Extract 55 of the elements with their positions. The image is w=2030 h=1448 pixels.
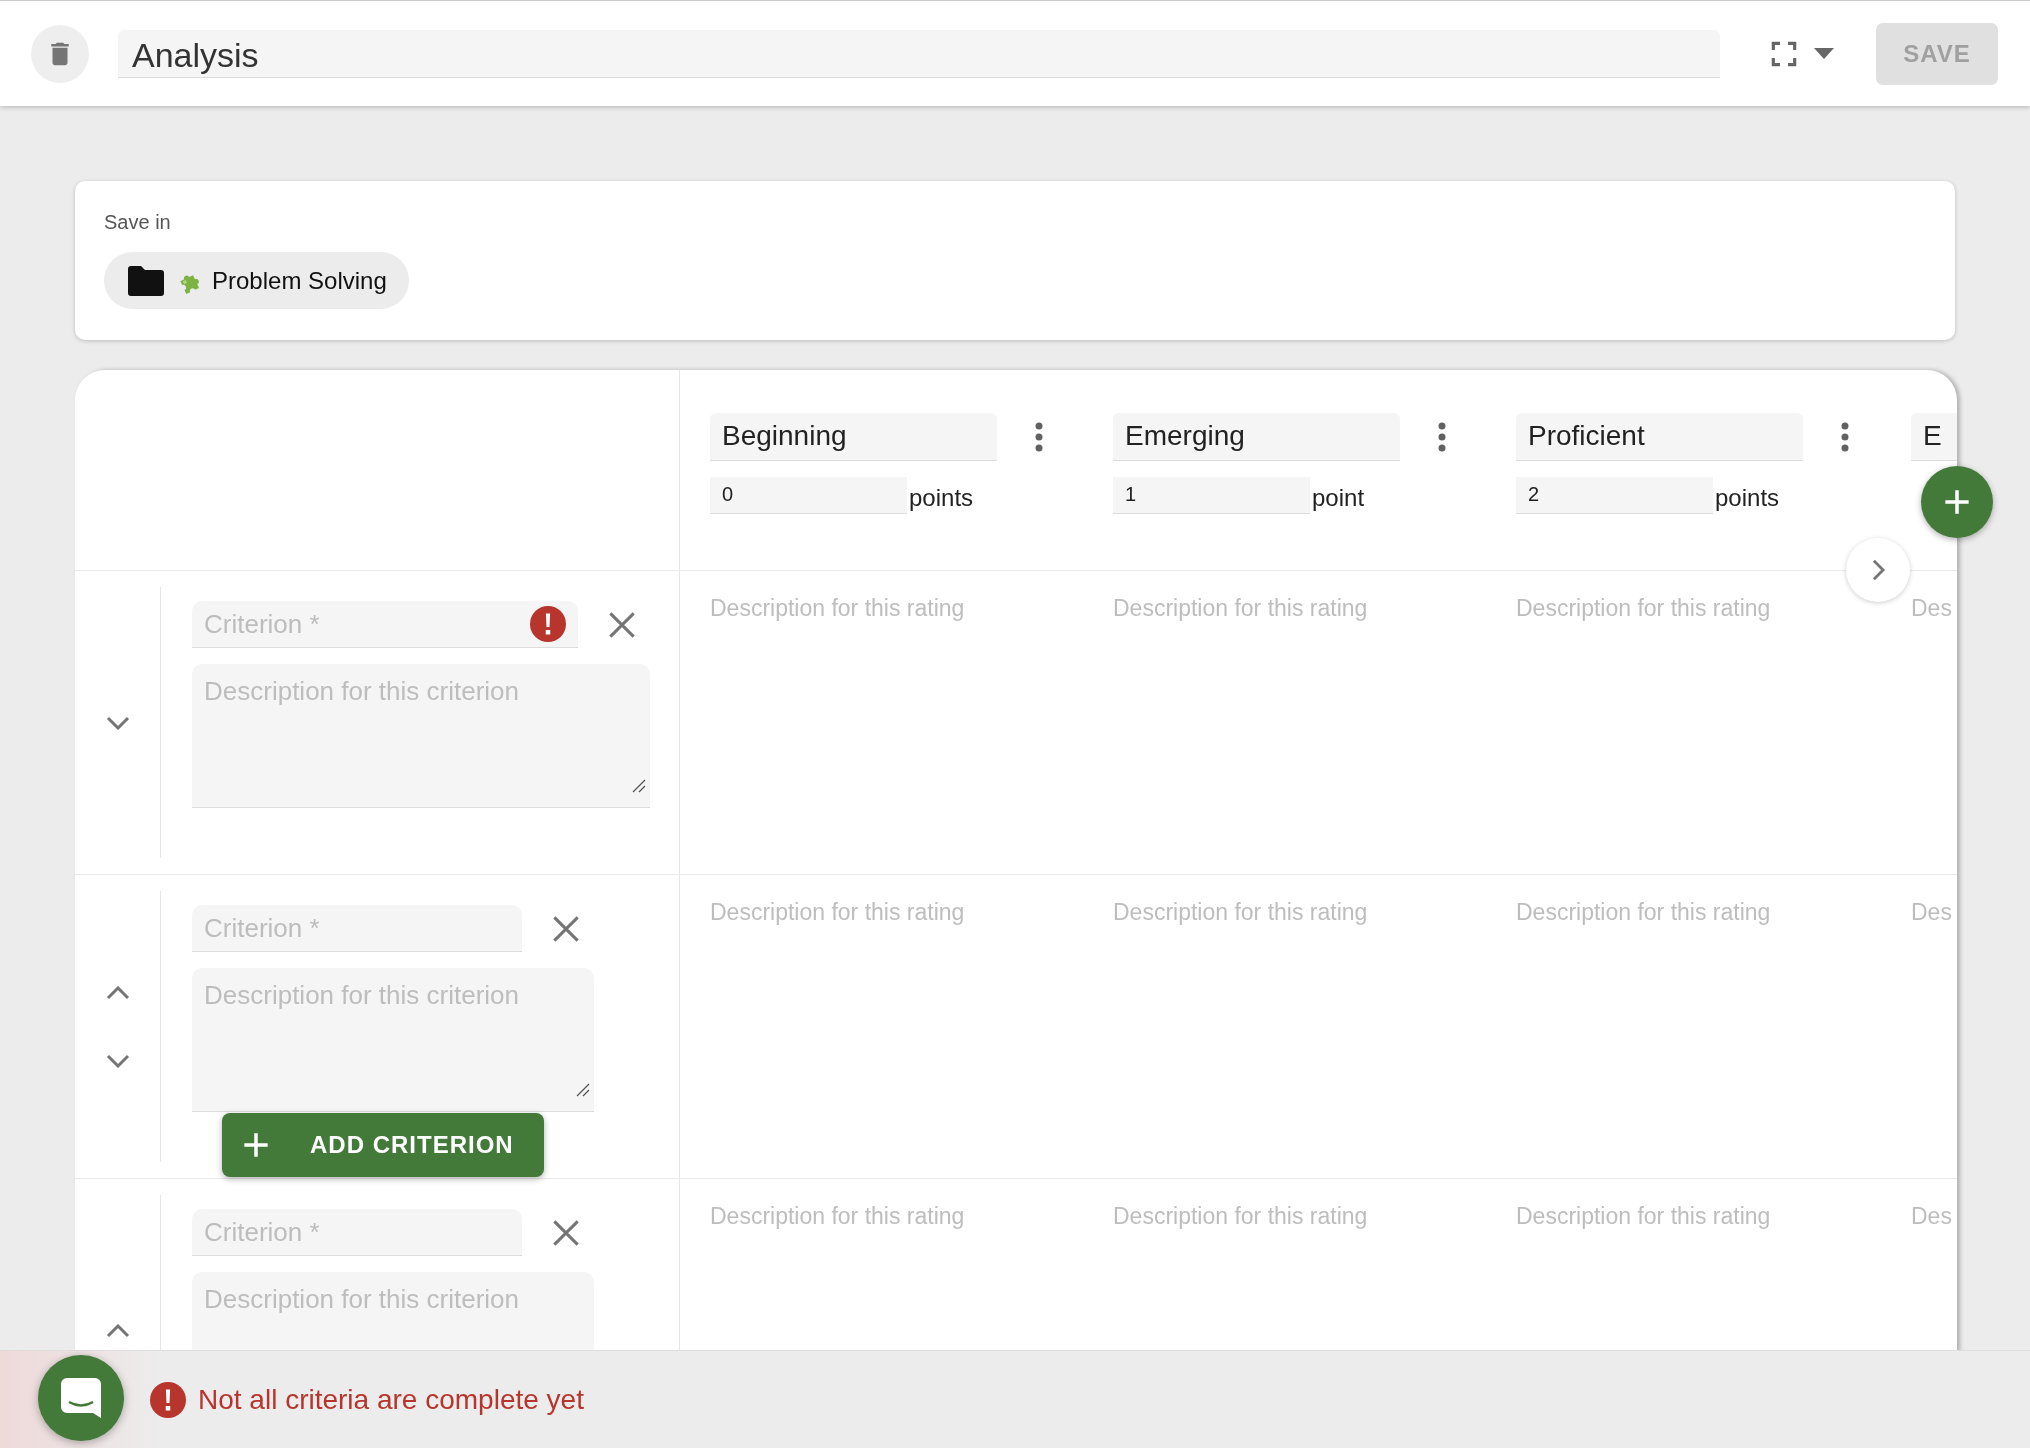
points-label: points <box>1715 484 1780 513</box>
title-field[interactable]: Analysis <box>118 29 1720 78</box>
chevron-down-icon <box>105 715 130 730</box>
rating-description-placeholder[interactable]: Description for this rating <box>1113 899 1368 926</box>
rating-description-placeholder[interactable]: Description for this rating <box>1113 595 1368 622</box>
points-field[interactable]: 1 <box>1113 477 1310 514</box>
rating-description-placeholder[interactable]: Des <box>1911 595 1952 622</box>
more-icon <box>1035 422 1043 452</box>
more-icon <box>1438 422 1446 452</box>
description-field[interactable]: Description for this criterion <box>192 1272 594 1350</box>
rating-description-placeholder[interactable]: Description for this rating <box>1113 1203 1368 1230</box>
rating-description-placeholder[interactable]: Des <box>1911 899 1952 926</box>
save-in-label: Save in <box>104 211 172 234</box>
close-icon <box>608 610 636 639</box>
chevron-up-icon <box>105 1323 130 1338</box>
rating-name-field[interactable]: Beginning <box>710 413 997 461</box>
resize-handle-icon <box>576 1083 590 1097</box>
points-label: point <box>1312 484 1365 513</box>
folder-chip[interactable]: Problem Solving <box>104 252 409 309</box>
chevron-up-icon <box>105 985 130 1000</box>
status-message: Not all criteria are complete yet <box>198 1383 584 1416</box>
rating-description-placeholder[interactable]: Description for this rating <box>1516 899 1771 926</box>
criterion-field[interactable]: Criterion * <box>192 905 522 952</box>
rating-description-placeholder[interactable]: Des <box>1911 1203 1952 1230</box>
points-label: points <box>909 484 974 513</box>
criterion-placeholder: Criterion * <box>204 1216 320 1248</box>
chevron-down-icon <box>105 1053 130 1068</box>
plus-icon <box>242 1131 270 1159</box>
caret-icon <box>1814 47 1834 60</box>
criterion-placeholder: Criterion * <box>204 912 320 944</box>
chevron-right-icon <box>1871 559 1885 581</box>
rating-description-placeholder[interactable]: Description for this rating <box>710 1203 965 1230</box>
close-icon <box>552 1218 580 1247</box>
rating-name-field[interactable]: Emerging <box>1113 413 1400 461</box>
rating-description-placeholder[interactable]: Description for this rating <box>710 899 965 926</box>
criterion-field[interactable]: Criterion * <box>192 1209 522 1256</box>
rating-description-placeholder[interactable]: Description for this rating <box>710 595 965 622</box>
close-icon <box>552 914 580 943</box>
points-field[interactable]: 2 <box>1516 477 1713 514</box>
folder-icon <box>128 265 164 296</box>
rating-description-placeholder[interactable]: Description for this rating <box>1516 1203 1771 1230</box>
chat-icon <box>61 1378 101 1418</box>
rating-name-field[interactable]: E <box>1911 413 1957 461</box>
criterion-field[interactable]: Criterion * <box>192 601 578 648</box>
more-icon <box>1841 422 1849 452</box>
add-criterion-button[interactable]: ADD CRITERION <box>222 1113 544 1177</box>
rating-description-placeholder[interactable]: Description for this rating <box>1516 595 1771 622</box>
criterion-placeholder: Criterion * <box>204 608 320 640</box>
points-field[interactable]: 0 <box>710 477 907 514</box>
add-rating-button[interactable] <box>1921 466 1993 538</box>
plus-icon <box>1943 488 1971 516</box>
description-field[interactable]: Description for this criterion <box>192 968 594 1112</box>
rating-name-field[interactable]: Proficient <box>1516 413 1803 461</box>
resize-handle-icon <box>632 779 646 793</box>
description-field[interactable]: Description for this criterion <box>192 664 650 808</box>
